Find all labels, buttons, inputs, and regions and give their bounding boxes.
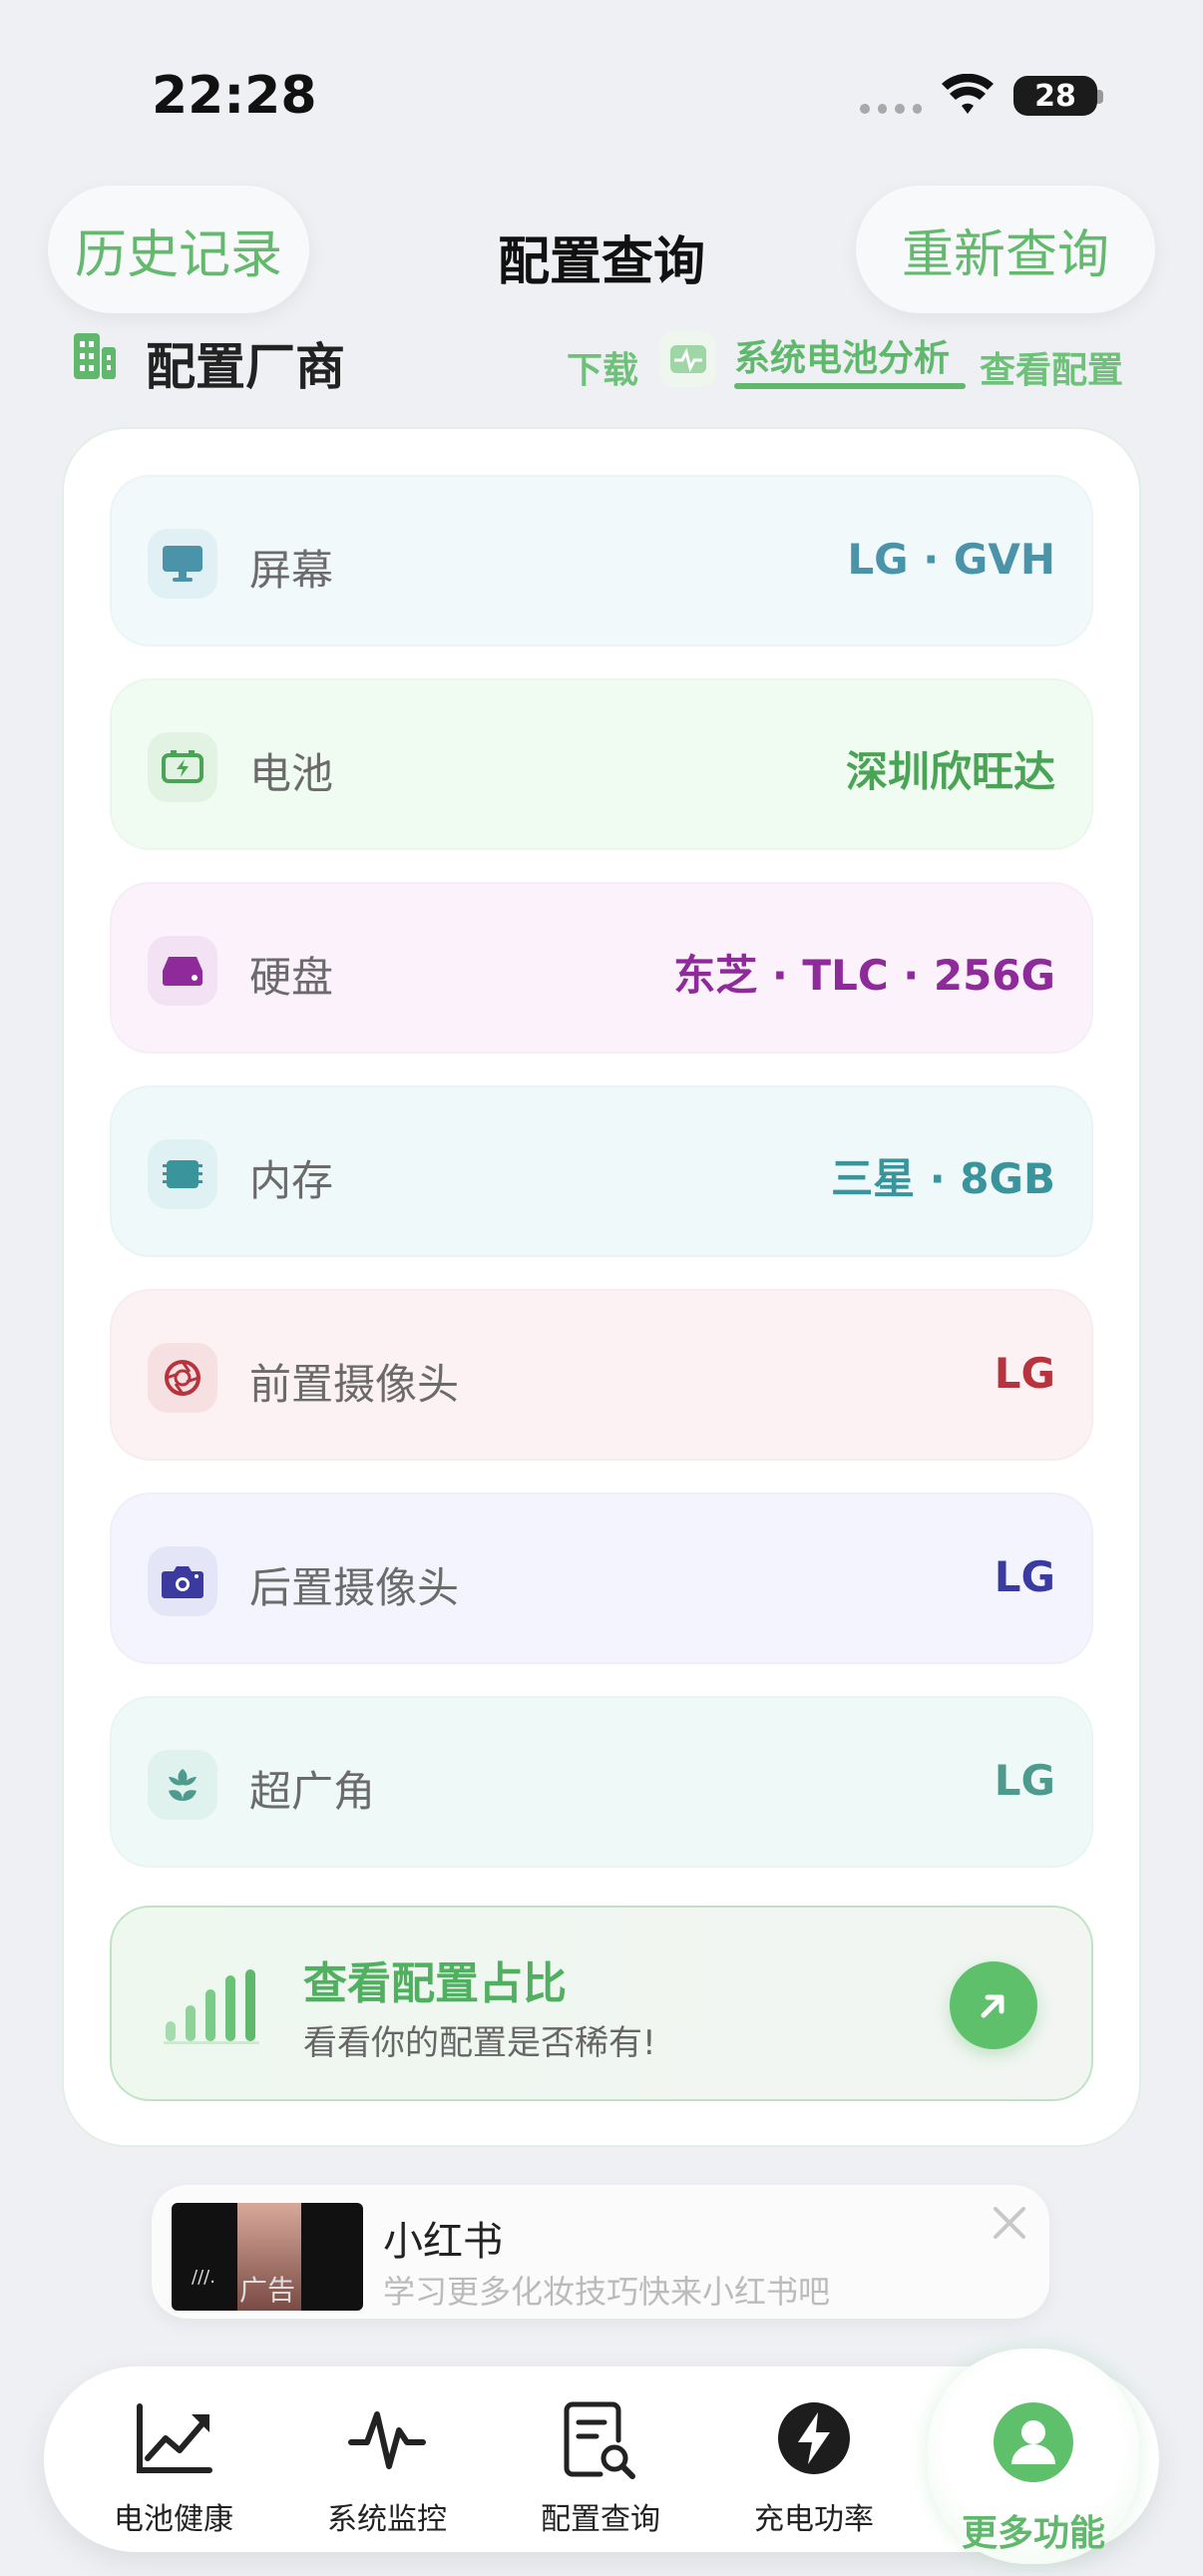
document-search-icon — [564, 2401, 635, 2479]
spec-row-storage[interactable]: 硬盘 东芝 · TLC · 256G — [110, 882, 1093, 1054]
spec-label: 前置摄像头 — [249, 1360, 460, 1409]
arrow-up-right-icon[interactable] — [950, 1961, 1037, 2049]
battery-charging-icon — [148, 732, 217, 802]
tab-label: 更多功能 — [961, 2513, 1105, 2554]
user-icon — [994, 2402, 1073, 2482]
monitor-icon — [148, 529, 217, 599]
tab-download[interactable]: 下载 — [567, 341, 638, 393]
close-icon[interactable] — [990, 2203, 1029, 2243]
spec-label: 内存 — [249, 1156, 334, 1205]
spec-value: LG — [994, 1349, 1055, 1398]
ad-thumbnail: ///. 广告 — [172, 2203, 363, 2311]
ad-badge: 广告 — [239, 2274, 296, 2307]
ratio-subtitle: 看看你的配置是否稀有! — [303, 2023, 656, 2063]
ad-subtitle: 学习更多化妆技巧快来小红书吧 — [383, 2273, 831, 2311]
spec-value: LG — [994, 1552, 1055, 1601]
memory-chip-icon — [148, 1139, 217, 1209]
tab-battery-analysis[interactable]: 系统电池分析 — [734, 329, 950, 381]
spec-row-rear-camera[interactable]: 后置摄像头 LG — [110, 1493, 1093, 1664]
bolt-icon — [778, 2402, 850, 2474]
bottom-tab-bar: 电池健康 系统监控 配置查询 充电功率 更多功能 — [44, 2349, 1159, 2564]
spec-row-screen[interactable]: 屏幕 LG · GVH — [110, 475, 1093, 646]
spec-value: LG · GVH — [847, 535, 1055, 584]
tab-label: 电池健康 — [114, 2502, 233, 2537]
tab-label: 配置查询 — [541, 2502, 660, 2537]
spec-label: 屏幕 — [249, 546, 334, 595]
status-time: 22:28 — [152, 66, 317, 126]
hard-drive-icon — [148, 936, 217, 1006]
spec-label: 超广角 — [249, 1767, 376, 1816]
battery-pulse-icon[interactable] — [660, 331, 716, 387]
spec-row-battery[interactable]: 电池 深圳欣旺达 — [110, 678, 1093, 850]
wifi-icon — [942, 74, 994, 114]
spec-label: 电池 — [249, 749, 334, 798]
tab-label: 充电功率 — [754, 2502, 874, 2537]
spec-label: 后置摄像头 — [249, 1563, 460, 1612]
tab-view-config[interactable]: 查看配置 — [980, 341, 1123, 393]
vendor-section-header: 配置厂商 下载 系统电池分析 查看配置 — [72, 327, 1139, 396]
battery-indicator: 28 — [1013, 76, 1097, 116]
spec-value: 三星 · 8GB — [831, 1154, 1055, 1203]
ad-banner[interactable]: ///. 广告 小红书 学习更多化妆技巧快来小红书吧 — [152, 2185, 1049, 2319]
spec-value: 东芝 · TLC · 256G — [673, 951, 1055, 1000]
tab-label: 系统监控 — [327, 2502, 447, 2537]
active-tab-underline — [734, 383, 966, 389]
pulse-icon — [348, 2411, 426, 2469]
tab-system-monitor[interactable]: 系统监控 — [297, 2400, 477, 2540]
battery-cap — [1097, 90, 1103, 104]
signal-dots-icon — [860, 104, 922, 118]
trend-chart-icon — [137, 2403, 212, 2473]
config-ratio-card[interactable]: 查看配置占比 看看你的配置是否稀有! — [110, 1906, 1093, 2101]
spec-row-memory[interactable]: 内存 三星 · 8GB — [110, 1085, 1093, 1257]
tab-charging-power[interactable]: 充电功率 — [724, 2400, 904, 2540]
status-bar: 22:28 28 — [0, 0, 1203, 150]
spec-row-ultrawide[interactable]: 超广角 LG — [110, 1696, 1093, 1868]
ad-logo-text: ///. — [192, 2267, 215, 2288]
tab-battery-health[interactable]: 电池健康 — [84, 2400, 263, 2540]
spec-value: 深圳欣旺达 — [845, 747, 1055, 796]
spec-value: LG — [994, 1756, 1055, 1805]
tab-more-features[interactable]: 更多功能 — [944, 2400, 1123, 2554]
vendor-title: 配置厂商 — [146, 338, 345, 396]
macro-flower-icon — [148, 1750, 217, 1820]
config-card: 屏幕 LG · GVH 电池 深圳欣旺达 硬盘 东芝 · TLC · 256G … — [62, 427, 1141, 2147]
requery-button[interactable]: 重新查询 — [856, 186, 1155, 313]
spec-row-front-camera[interactable]: 前置摄像头 LG — [110, 1289, 1093, 1461]
ratio-title: 查看配置占比 — [303, 1958, 567, 2009]
spec-label: 硬盘 — [249, 953, 334, 1002]
aperture-icon — [148, 1343, 217, 1413]
signal-bars-icon — [164, 1969, 259, 2044]
camera-icon — [148, 1546, 217, 1616]
tab-config-query[interactable]: 配置查询 — [511, 2400, 690, 2540]
building-icon — [74, 333, 116, 379]
ad-title: 小红书 — [383, 2219, 503, 2265]
